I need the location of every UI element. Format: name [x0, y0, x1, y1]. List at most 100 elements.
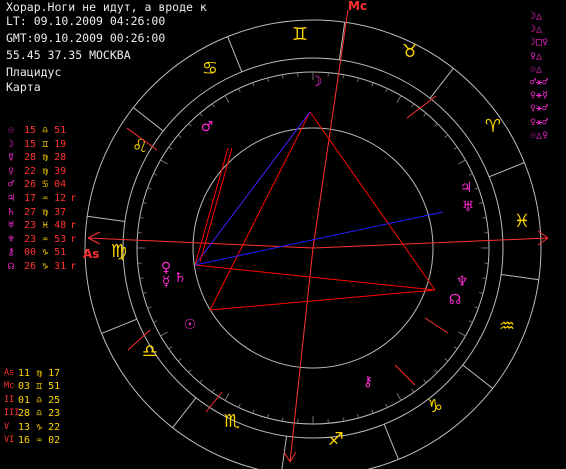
- leo-icon: ♌: [132, 136, 148, 157]
- cusp-sign-icon: ♎: [30, 408, 49, 420]
- retrograde-marker: r: [70, 192, 77, 204]
- planet-degree: 26: [18, 179, 43, 191]
- chart-mode: Карта: [6, 80, 41, 94]
- degree-tick: [142, 292, 147, 294]
- degree-tick: [238, 403, 241, 408]
- planet-row[interactable]: ♅ 23 ♓ 48 r: [4, 219, 76, 233]
- sagittarius-icon: ♐: [328, 429, 344, 450]
- degree-tick: [458, 159, 466, 165]
- moon-icon: ☽: [310, 74, 323, 90]
- gmt-time: GMT:09.10.2009 00:26:00: [6, 31, 166, 45]
- sun-icon: ☉: [184, 317, 197, 333]
- ascendant-label: As: [83, 247, 99, 261]
- degree-tick: [396, 95, 402, 103]
- degree-tick: [434, 369, 438, 373]
- degree-tick: [252, 409, 255, 414]
- aspect-row[interactable]: ♀△: [530, 50, 548, 63]
- chart-title: Хорар.Ноги не идут, а вроде к: [6, 0, 207, 14]
- degree-tick: [139, 277, 144, 279]
- aspect-line: [199, 147, 233, 263]
- degree-tick: [434, 123, 438, 127]
- degree-tick: [468, 320, 473, 323]
- cusp-minute: 23: [48, 408, 61, 420]
- degree-tick: [177, 134, 182, 138]
- cusp-sign-icon: ♍: [30, 368, 49, 379]
- degree-tick: [458, 331, 466, 337]
- planet-row[interactable]: ☿ 28 ♍ 28: [4, 151, 76, 165]
- aspect-row[interactable]: ☽△: [530, 10, 548, 23]
- planet-row[interactable]: ♀ 22 ♍ 39: [4, 165, 76, 179]
- planet-minute: 48: [48, 220, 67, 232]
- degree-tick: [468, 173, 473, 176]
- house-cusps-list: As 11 ♍ 17 Mc 03 ♊ 51 II 01 ♎ 25 III 28 ♎ 23 V 13…: [4, 367, 60, 447]
- degree-tick: [211, 103, 215, 108]
- aspect-row[interactable]: ☉△♀: [530, 129, 548, 142]
- degree-tick: [267, 414, 269, 419]
- sign-divider: [101, 318, 138, 334]
- planet-row[interactable]: ♄ 27 ♍ 37: [4, 206, 76, 220]
- planet-row[interactable]: ♆ 23 ♒ 53 r: [4, 233, 76, 247]
- degree-tick: [423, 112, 427, 117]
- planet-glyph-icon: ☿: [7, 152, 15, 164]
- aspect-row[interactable]: ☉△: [530, 63, 548, 76]
- planet-row[interactable]: ☉ 15 ♎ 51: [4, 124, 76, 138]
- cusp-label: VI: [4, 434, 15, 445]
- aspect-row[interactable]: ☽△: [530, 23, 548, 36]
- degree-tick: [177, 358, 182, 362]
- degree-tick: [371, 409, 374, 414]
- house-cusp-line: [205, 391, 223, 413]
- planet-positions-list: ☉ 15 ♎ 51 ☽ 15 ♊ 19 ☿ 28 ♍ 28 ♀ 22 ♍ 39 ♂ 26…: [4, 124, 76, 274]
- cusp-row[interactable]: II 01 ♎ 25: [4, 394, 60, 407]
- planet-minute: 12: [48, 192, 67, 204]
- cusp-degree: 16: [18, 434, 31, 446]
- scorpio-icon: ♏: [224, 411, 240, 432]
- degree-tick: [385, 403, 388, 408]
- aspect-row[interactable]: ♀⚹♂: [530, 102, 548, 115]
- degree-tick: [482, 277, 487, 279]
- planet-minute: 04: [48, 179, 67, 191]
- planet-row[interactable]: ♂ 26 ♋ 04: [4, 178, 76, 192]
- cusp-row[interactable]: V 13 ♑ 22: [4, 421, 60, 434]
- degree-tick: [479, 202, 484, 204]
- planet-degree: 17: [18, 192, 43, 204]
- aspect-row[interactable]: ♀⚹♂: [530, 116, 548, 129]
- mars-icon: ♂: [201, 119, 214, 135]
- planet-degree: 23: [18, 233, 43, 245]
- cusp-sign-icon: ♒: [30, 434, 49, 446]
- cusp-row[interactable]: III 28 ♎ 23: [4, 407, 60, 420]
- planet-minute: 53: [48, 233, 67, 245]
- chart-wheel[interactable]: ♊♉♈♓♒♑♐♏♎♍♌♋☽♂♅♃♆☊⚷♀♄☿☉AsMc: [0, 0, 566, 469]
- house-cusp-line: [424, 317, 449, 334]
- planet-minute: 28: [48, 152, 67, 164]
- aspect-row[interactable]: ♀⚹☿: [530, 89, 548, 102]
- planet-minute: 51: [48, 125, 67, 136]
- cusp-label: III: [4, 408, 20, 419]
- aspect-row[interactable]: ♂⚹♂: [530, 76, 548, 89]
- sign-divider: [172, 397, 197, 428]
- retrograde-marker: r: [70, 233, 77, 245]
- cusp-degree: 03: [18, 381, 31, 393]
- degree-tick: [147, 187, 152, 190]
- planet-row[interactable]: ♃ 17 ♒ 12 r: [4, 192, 76, 206]
- aspect-row[interactable]: ☽□♀: [530, 36, 548, 49]
- planet-row[interactable]: ⚷ 00 ♑ 51: [4, 246, 76, 260]
- cusp-row[interactable]: As 11 ♍ 17: [4, 367, 60, 380]
- degree-tick: [371, 82, 374, 87]
- midheaven-label: Mc: [348, 0, 367, 13]
- degree-tick: [444, 134, 449, 138]
- degree-tick: [139, 217, 144, 219]
- cusp-row[interactable]: Mc 03 ♊ 51: [4, 380, 60, 393]
- planet-row[interactable]: ☽ 15 ♊ 19: [4, 138, 76, 152]
- cusp-row[interactable]: VI 16 ♒ 02: [4, 434, 60, 447]
- taurus-icon: ♉: [402, 41, 418, 62]
- planet-row[interactable]: ☊ 26 ♑ 31 r: [4, 260, 76, 274]
- planet-glyph-icon: ☊: [7, 260, 15, 272]
- degree-tick: [267, 77, 269, 82]
- horary-chart-window: ♊ ♉ ♈ ♓ ♒ ♑ ♐ ♏ ♎ ♍ ♌ ♋ ☽ ♂ ♅ ♃ ♆ ☊ ⚷ ♀ ♄ ☿ ☉ As Mc Хорар.Ноги н…: [0, 0, 566, 469]
- house-cusp-line: [394, 364, 416, 386]
- ic-axis: [289, 247, 314, 463]
- degree-tick: [342, 417, 344, 422]
- cusp-sign-icon: ♑: [30, 421, 49, 433]
- retrograde-marker: r: [70, 220, 77, 232]
- mercury-icon: ☿: [162, 274, 171, 290]
